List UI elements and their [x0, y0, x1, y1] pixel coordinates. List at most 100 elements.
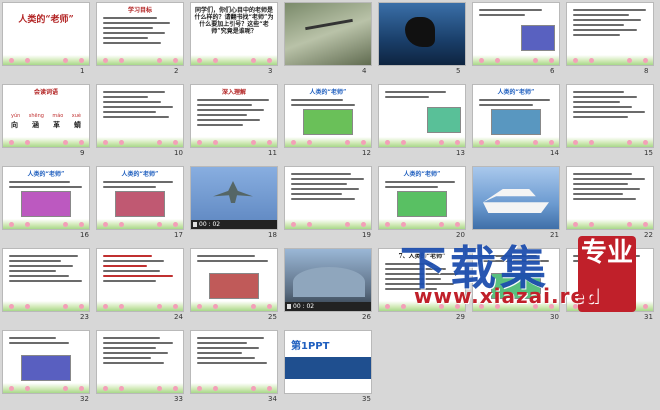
flower-border [191, 301, 277, 311]
slide-thumbnail[interactable]: 人类的“老师” [2, 2, 90, 66]
slide-thumbnail[interactable]: 会读词语 yún shēng máo xuè 向 涵 革 蜻 [2, 84, 90, 148]
flower-border [285, 137, 371, 147]
flower-border [379, 219, 465, 229]
slide-title: 人类的“老师” [27, 171, 65, 178]
slide-number: 10 [174, 149, 183, 157]
stadium-icon [293, 267, 365, 297]
slide-thumbnail[interactable] [96, 84, 184, 148]
video-timebar[interactable]: 00 : 02 [285, 302, 371, 311]
text-lines [291, 173, 365, 203]
slide-number: 33 [174, 395, 183, 403]
slide-thumbnail[interactable] [378, 2, 466, 66]
slide-thumbnail[interactable] [566, 2, 654, 66]
flower-border [567, 219, 653, 229]
slide-thumbnail[interactable]: 学习目标 [96, 2, 184, 66]
slide-title: 人类的“老师” [121, 171, 159, 178]
text-lines [9, 337, 83, 347]
pinyin-row: yún shēng máo xuè [11, 113, 81, 119]
slide-thumbnail[interactable]: 00 : 02 [190, 166, 278, 230]
slide-image [21, 355, 71, 381]
video-timebar[interactable]: 00 : 02 [191, 220, 277, 229]
slide-title: 深入理解 [221, 89, 246, 96]
slide-thumbnail[interactable]: 人类的“老师” [284, 84, 372, 148]
flower-border [97, 383, 183, 393]
text-lines [103, 17, 177, 47]
slide-thumbnail[interactable] [190, 330, 278, 394]
slide-thumbnail[interactable] [284, 2, 372, 66]
text-lines [197, 99, 271, 129]
slide-thumbnail[interactable] [566, 166, 654, 230]
slide-thumbnail[interactable] [2, 330, 90, 394]
slide-number: 5 [456, 67, 461, 75]
slide-thumbnail[interactable]: 第1PPT [284, 330, 372, 394]
play-icon[interactable] [287, 304, 291, 309]
hanzi-row: 向涵革蜻 [11, 120, 81, 130]
slide-number: 25 [268, 313, 277, 321]
slide-image [521, 25, 555, 51]
slide-number: 23 [80, 313, 89, 321]
brand-logo: 第1PPT [291, 341, 330, 352]
slide-thumbnail[interactable] [190, 248, 278, 312]
slide-thumbnail[interactable]: 人类的“老师” [96, 166, 184, 230]
slide-image [397, 191, 447, 217]
slide-number: 21 [550, 231, 559, 239]
flower-border [97, 137, 183, 147]
slide-number: 9 [80, 149, 85, 157]
flower-border [567, 137, 653, 147]
slide-title: 人类的“老师” [18, 15, 74, 25]
slide-thumbnail[interactable]: 人类的“老师” [472, 84, 560, 148]
slide-number: 26 [362, 313, 371, 321]
pinyin: yún [11, 113, 21, 119]
slide-number: 2 [174, 67, 179, 75]
flower-border [191, 55, 277, 65]
pinyin: shēng [28, 113, 44, 119]
pinyin: máo [52, 113, 64, 119]
slide-thumbnail[interactable] [472, 2, 560, 66]
text-lines [573, 173, 647, 203]
flower-border [97, 219, 183, 229]
hanzi: 蜻 [74, 121, 81, 129]
slide-thumbnail[interactable]: 00 : 02 [284, 248, 372, 312]
text-lines [9, 181, 83, 191]
hanzi: 革 [53, 121, 60, 129]
slide-thumbnail[interactable] [96, 248, 184, 312]
flower-border [97, 301, 183, 311]
slide-number: 34 [268, 395, 277, 403]
flower-border [567, 55, 653, 65]
slide-thumbnail[interactable] [472, 166, 560, 230]
flower-border [3, 383, 89, 393]
slide-thumbnail[interactable] [2, 248, 90, 312]
slide-thumbnail[interactable] [566, 84, 654, 148]
slide-number: 1 [80, 67, 85, 75]
slide-number: 12 [362, 149, 371, 157]
text-lines [385, 181, 459, 191]
text-lines [479, 99, 553, 109]
play-icon[interactable] [193, 222, 197, 227]
slide-thumbnail[interactable]: 深入理解 [190, 84, 278, 148]
slide-thumbnail[interactable] [96, 330, 184, 394]
slide-number: 30 [550, 313, 559, 321]
slide-title: 学习目标 [127, 7, 152, 14]
text-lines [9, 255, 83, 285]
flower-border [191, 383, 277, 393]
slide-thumbnail[interactable] [378, 84, 466, 148]
text-lines [197, 337, 271, 367]
slide-number: 17 [174, 231, 183, 239]
flower-border [285, 219, 371, 229]
slide-number: 3 [268, 67, 273, 75]
slide-thumbnail[interactable] [284, 166, 372, 230]
slide-thumbnail[interactable]: 同学们，你们心目中的老师是什么样的？请翻书找“老师”为什么要加上引号？这些“老师… [190, 2, 278, 66]
slide-sorter-grid: 人类的“老师” 1 学习目标 2 同学们，你们心目中的老师是什么样的？请翻书找“老师”为… [2, 2, 658, 408]
slide-thumbnail[interactable]: 人类的“老师” [2, 166, 90, 230]
flower-border [191, 137, 277, 147]
flower-border [3, 219, 89, 229]
flower-border [473, 137, 559, 147]
slide-number: 15 [644, 149, 653, 157]
slide-number: 14 [550, 149, 559, 157]
slide-title: 同学们，你们心目中的老师是什么样的？请翻书找“老师”为什么要加上引号？这些“老师… [194, 7, 274, 35]
flower-border [3, 55, 89, 65]
slide-number: 13 [456, 149, 465, 157]
slide-title: 会读词语 [33, 89, 58, 96]
slide-image [427, 107, 461, 133]
slide-thumbnail[interactable]: 人类的“老师” [378, 166, 466, 230]
